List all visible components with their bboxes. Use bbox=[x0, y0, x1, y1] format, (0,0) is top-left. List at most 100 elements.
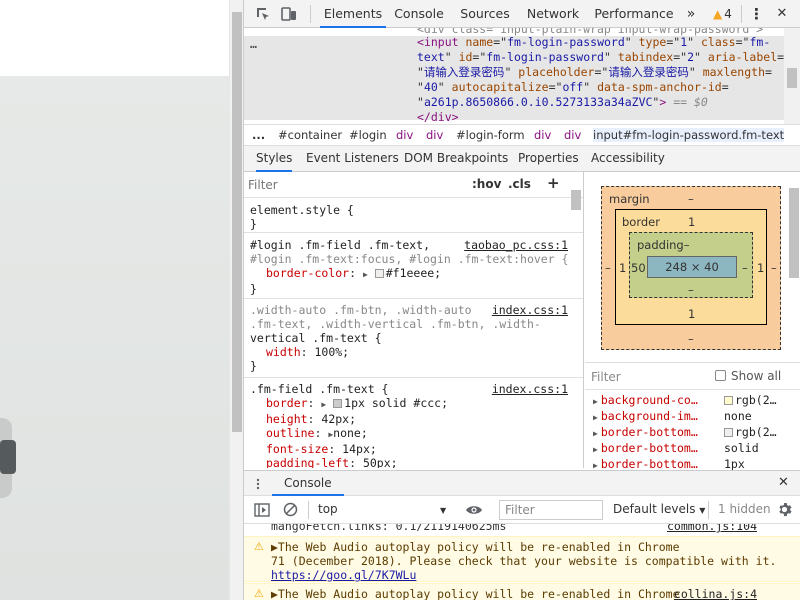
elements-scrollbar[interactable] bbox=[784, 28, 800, 124]
elements-scrollbar-thumb[interactable] bbox=[787, 68, 797, 88]
margin-right-value[interactable]: – bbox=[771, 261, 777, 275]
color-swatch[interactable] bbox=[333, 399, 343, 408]
new-style-rule-button[interactable]: + bbox=[547, 174, 560, 192]
message-source-link[interactable]: collina.js:4 bbox=[674, 587, 757, 600]
page-scrollbar-thumb[interactable] bbox=[232, 12, 242, 432]
style-property[interactable]: font-size: 14px; bbox=[250, 442, 574, 456]
computed-row[interactable]: ▶ background-im… none bbox=[593, 409, 752, 423]
styles-filter-input[interactable] bbox=[248, 175, 458, 195]
log-levels-dropdown[interactable]: Default levels ▼ bbox=[613, 502, 705, 516]
tree-line[interactable]: "请输入登录密码" placeholder="请输入登录密码" maxlengt… bbox=[417, 65, 772, 80]
style-property[interactable]: width: 100%; bbox=[250, 345, 574, 359]
margin-top-value[interactable]: – bbox=[688, 192, 694, 206]
computed-row[interactable]: ▶ border-bottom… rgb(2… bbox=[593, 425, 777, 439]
warning-counter[interactable]: ▲ 4 bbox=[713, 6, 732, 22]
style-property[interactable]: outline: ▶none; bbox=[250, 426, 574, 442]
drawer-menu-icon[interactable] bbox=[252, 478, 264, 490]
style-rule-element[interactable]: element.style { } bbox=[250, 203, 574, 231]
style-property[interactable]: border-color: ▶ #f1eeee; bbox=[250, 266, 574, 282]
breadcrumb-login-form[interactable]: #login-form bbox=[456, 128, 525, 142]
subtab-dom-breakpoints[interactable]: DOM Breakpoints bbox=[404, 146, 508, 172]
close-drawer-icon[interactable]: ✕ bbox=[778, 475, 789, 490]
cls-toggle[interactable]: .cls bbox=[508, 177, 531, 191]
subtab-properties[interactable]: Properties bbox=[518, 146, 579, 172]
rule-selector[interactable]: .fm-text, .width-vertical .fm-btn, .widt… bbox=[250, 317, 574, 331]
breadcrumb-selected-input[interactable]: input#fm-login-password.fm-text bbox=[593, 128, 785, 142]
hov-toggle[interactable]: :hov bbox=[472, 177, 501, 191]
box-model-content[interactable]: 248 × 40 bbox=[647, 256, 737, 278]
rule-selector[interactable]: element.style { bbox=[250, 203, 574, 217]
padding-bottom-value[interactable]: – bbox=[688, 283, 694, 297]
show-all-checkbox[interactable]: Show all bbox=[715, 369, 781, 383]
tree-line[interactable]: "a261p.8650866.0.i0.5273133a34aZVC"> == … bbox=[417, 95, 708, 110]
live-expression-eye-icon[interactable] bbox=[465, 504, 483, 516]
checkbox-icon[interactable] bbox=[715, 370, 726, 381]
tree-line[interactable]: </div> bbox=[417, 110, 459, 124]
computed-row[interactable]: ▶ border-bottom… solid bbox=[593, 441, 759, 455]
more-tabs-icon[interactable]: » bbox=[684, 0, 698, 28]
border-bottom-value[interactable]: 1 bbox=[688, 307, 695, 321]
style-property[interactable]: height: 42px; bbox=[250, 412, 574, 426]
style-property[interactable]: padding-left: 50px; bbox=[250, 456, 574, 468]
sidebar-scrollbar-thumb[interactable] bbox=[789, 188, 799, 278]
clear-console-icon[interactable] bbox=[283, 502, 298, 517]
device-toolbar-icon[interactable] bbox=[280, 5, 298, 23]
styles-scrollbar-thumb[interactable] bbox=[571, 190, 581, 210]
inspect-element-icon[interactable] bbox=[254, 5, 272, 23]
breadcrumb-div[interactable]: div bbox=[534, 128, 551, 142]
styles-scrollbar[interactable] bbox=[570, 182, 582, 468]
drawer-tab-console[interactable]: Console bbox=[272, 471, 344, 496]
message-source-link[interactable]: common.js:104 bbox=[667, 524, 757, 533]
node-actions-ellipsis[interactable]: … bbox=[250, 37, 257, 51]
devtools-menu-icon[interactable]: ⋮ bbox=[749, 0, 764, 28]
subtab-accessibility[interactable]: Accessibility bbox=[591, 146, 665, 172]
console-sidebar-icon[interactable] bbox=[254, 503, 270, 517]
padding-left-value[interactable]: 50 bbox=[631, 261, 646, 275]
rule-source-link[interactable]: index.css:1 bbox=[492, 382, 568, 396]
console-warning-message[interactable]: ⚠ ▶The Web Audio autoplay policy will be… bbox=[244, 583, 800, 600]
tree-line[interactable]: <input name="fm-login-password" type="1"… bbox=[417, 35, 770, 50]
tab-console[interactable]: Console bbox=[392, 0, 446, 28]
message-url-link[interactable]: https://goo.gl/7K7WLu bbox=[271, 568, 416, 582]
padding-right-value[interactable]: – bbox=[742, 261, 748, 275]
computed-row[interactable]: ▶ border-bottom… 1px bbox=[593, 457, 745, 471]
breadcrumb-div[interactable]: div bbox=[426, 128, 443, 142]
tab-sources[interactable]: Sources bbox=[458, 0, 512, 28]
style-property[interactable]: border: ▶ 1px solid #ccc; bbox=[250, 396, 574, 412]
tab-elements[interactable]: Elements bbox=[320, 0, 386, 28]
context-dropdown-icon[interactable]: ▼ bbox=[440, 506, 446, 515]
breadcrumb-login[interactable]: #login bbox=[349, 128, 387, 142]
border-top-value[interactable]: 1 bbox=[688, 215, 695, 229]
tree-line[interactable]: "40" autocapitalize="off" data-spm-ancho… bbox=[417, 80, 729, 95]
border-left-value[interactable]: 1 bbox=[619, 261, 626, 275]
console-filter-input[interactable]: Filter bbox=[499, 500, 603, 520]
breadcrumb-div[interactable]: div bbox=[396, 128, 413, 142]
rule-source-link[interactable]: taobao_pc.css:1 bbox=[464, 238, 568, 252]
page-scrollbar[interactable] bbox=[229, 0, 243, 600]
margin-bottom-value[interactable]: – bbox=[688, 332, 694, 346]
subtab-event-listeners[interactable]: Event Listeners bbox=[306, 146, 399, 172]
margin-left-value[interactable]: – bbox=[605, 261, 611, 275]
tree-line[interactable]: text" id="fm-login-password" tabindex="2… bbox=[417, 50, 784, 65]
tab-network[interactable]: Network bbox=[524, 0, 582, 28]
tab-performance[interactable]: Performance bbox=[594, 0, 674, 28]
console-settings-gear-icon[interactable] bbox=[777, 502, 792, 517]
color-swatch[interactable] bbox=[374, 269, 384, 278]
sidebar-scrollbar[interactable] bbox=[788, 188, 800, 278]
close-devtools-icon[interactable]: ✕ bbox=[775, 0, 789, 28]
context-selector[interactable]: top bbox=[318, 502, 338, 516]
rule-selector[interactable]: #login .fm-text:focus, #login .fm-text:h… bbox=[250, 252, 574, 266]
breadcrumb-ellipsis[interactable]: ... bbox=[252, 128, 265, 142]
style-rule[interactable]: .width-auto .fm-btn, .width-auto index.c… bbox=[250, 303, 574, 373]
console-warning-message[interactable]: ⚠ ▶The Web Audio autoplay policy will be… bbox=[244, 536, 800, 582]
computed-filter-input[interactable]: Filter bbox=[591, 370, 621, 384]
style-rule[interactable]: #login .fm-field .fm-text, taobao_pc.css… bbox=[250, 238, 574, 296]
border-right-value[interactable]: 1 bbox=[757, 261, 764, 275]
console-log-message[interactable]: mangoFetch.links: 0.1/2119140625ms commo… bbox=[244, 524, 800, 533]
breadcrumb-div[interactable]: div bbox=[564, 128, 581, 142]
rule-selector[interactable]: vertical .fm-text { bbox=[250, 331, 574, 345]
rule-source-link[interactable]: index.css:1 bbox=[492, 303, 568, 317]
subtab-styles[interactable]: Styles bbox=[256, 146, 293, 172]
computed-row[interactable]: ▶ background-co… rgb(2… bbox=[593, 393, 777, 407]
breadcrumb-container[interactable]: #container bbox=[278, 128, 342, 142]
